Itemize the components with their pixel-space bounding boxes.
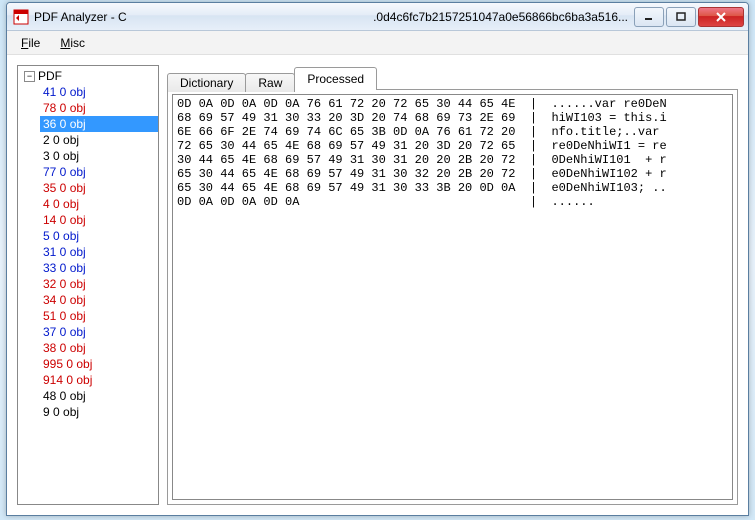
tree-item[interactable]: 51 0 obj bbox=[40, 308, 158, 324]
collapse-icon[interactable]: − bbox=[24, 71, 35, 82]
tree-item[interactable]: 33 0 obj bbox=[40, 260, 158, 276]
detail-panel: Dictionary Raw Processed 0D 0A 0D 0A 0D … bbox=[167, 65, 738, 505]
tree-item[interactable]: 31 0 obj bbox=[40, 244, 158, 260]
tree-item[interactable]: 995 0 obj bbox=[40, 356, 158, 372]
maximize-button[interactable] bbox=[666, 7, 696, 27]
tree-item[interactable]: 78 0 obj bbox=[40, 100, 158, 116]
tree-item[interactable]: 3 0 obj bbox=[40, 148, 158, 164]
tree-item[interactable]: 5 0 obj bbox=[40, 228, 158, 244]
content-area: − PDF 41 0 obj78 0 obj36 0 obj2 0 obj3 0… bbox=[7, 55, 748, 515]
window-title: PDF Analyzer - C bbox=[34, 10, 127, 24]
window-title-path: .0d4c6fc7b2157251047a0e56866bc6ba3a516..… bbox=[373, 10, 628, 24]
tree-item[interactable]: 4 0 obj bbox=[40, 196, 158, 212]
tree-item[interactable]: 37 0 obj bbox=[40, 324, 158, 340]
minimize-button[interactable] bbox=[634, 7, 664, 27]
tree-root[interactable]: − PDF bbox=[22, 68, 158, 84]
tab-processed[interactable]: Processed bbox=[294, 67, 377, 90]
tree-item[interactable]: 41 0 obj bbox=[40, 84, 158, 100]
tree-item[interactable]: 32 0 obj bbox=[40, 276, 158, 292]
tab-dictionary[interactable]: Dictionary bbox=[167, 73, 246, 92]
tree-item[interactable]: 914 0 obj bbox=[40, 372, 158, 388]
object-tree[interactable]: − PDF 41 0 obj78 0 obj36 0 obj2 0 obj3 0… bbox=[17, 65, 159, 505]
tab-page: 0D 0A 0D 0A 0D 0A 76 61 72 20 72 65 30 4… bbox=[167, 89, 738, 505]
tree-children: 41 0 obj78 0 obj36 0 obj2 0 obj3 0 obj77… bbox=[40, 84, 158, 420]
tree-root-label: PDF bbox=[38, 69, 62, 83]
window-buttons bbox=[632, 7, 744, 27]
app-icon bbox=[13, 9, 29, 25]
app-window: PDF Analyzer - C .0d4c6fc7b2157251047a0e… bbox=[6, 2, 749, 516]
titlebar[interactable]: PDF Analyzer - C .0d4c6fc7b2157251047a0e… bbox=[7, 3, 748, 31]
menu-misc[interactable]: Misc bbox=[52, 34, 93, 52]
tree-item[interactable]: 2 0 obj bbox=[40, 132, 158, 148]
tree-item[interactable]: 38 0 obj bbox=[40, 340, 158, 356]
tree-item[interactable]: 48 0 obj bbox=[40, 388, 158, 404]
tabs: Dictionary Raw Processed bbox=[167, 65, 738, 89]
menu-file[interactable]: File bbox=[13, 34, 48, 52]
menubar: File Misc bbox=[7, 31, 748, 55]
hex-view[interactable]: 0D 0A 0D 0A 0D 0A 76 61 72 20 72 65 30 4… bbox=[172, 94, 733, 500]
tree-item[interactable]: 14 0 obj bbox=[40, 212, 158, 228]
tree-item[interactable]: 35 0 obj bbox=[40, 180, 158, 196]
tree-item[interactable]: 36 0 obj bbox=[40, 116, 158, 132]
close-button[interactable] bbox=[698, 7, 744, 27]
tree-item[interactable]: 34 0 obj bbox=[40, 292, 158, 308]
tree-item[interactable]: 77 0 obj bbox=[40, 164, 158, 180]
tree-item[interactable]: 9 0 obj bbox=[40, 404, 158, 420]
tab-raw[interactable]: Raw bbox=[245, 73, 295, 92]
